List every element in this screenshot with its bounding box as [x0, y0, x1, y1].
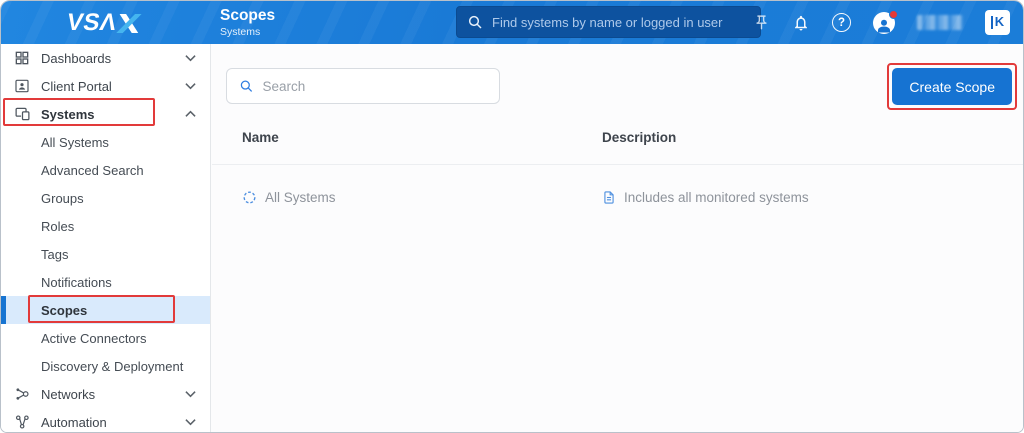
chevron-down-icon: [185, 83, 196, 90]
sidebar-item-label: Groups: [41, 190, 84, 206]
sidebar-item-label: All Systems: [41, 134, 109, 150]
annotation-box-create-scope: Create Scope: [887, 63, 1017, 110]
notifications-bell-icon[interactable]: [792, 14, 810, 32]
sidebar-item-groups[interactable]: Groups: [1, 184, 210, 212]
global-search-input[interactable]: [492, 14, 750, 30]
header-icon-group: ? K: [753, 1, 1010, 44]
page-heading: Scopes Systems: [220, 7, 275, 39]
main-content: Create Scope Name Description All System…: [212, 44, 1023, 432]
sidebar-item-label: Client Portal: [41, 78, 112, 94]
page-subtitle: Systems: [220, 26, 261, 39]
sidebar-item-label: Networks: [41, 386, 96, 402]
sidebar-item-label: Systems: [41, 106, 95, 122]
chevron-down-icon: [185, 391, 196, 398]
scope-description-text: Includes all monitored systems: [624, 190, 809, 205]
app-window: VSΛ Scopes Systems Find systems by name …: [0, 0, 1024, 433]
top-header-bar: VSΛ Scopes Systems Find systems by name …: [1, 1, 1023, 44]
sidebar-nav: Dashboards Client Portal Systems All Sys…: [1, 44, 211, 432]
chevron-up-icon: [185, 110, 196, 118]
sidebar-item-dashboards[interactable]: Dashboards: [1, 44, 210, 72]
sidebar-item-discovery-deployment[interactable]: Discovery & Deployment: [1, 352, 210, 380]
column-header-description: Description: [602, 130, 677, 145]
sidebar-item-label: Advanced Search: [41, 162, 144, 178]
document-icon: [604, 191, 614, 204]
sidebar-item-scopes[interactable]: Scopes: [1, 296, 210, 324]
vsax-logo: VSΛ: [64, 8, 142, 36]
help-question-glyph: ?: [832, 13, 851, 32]
sidebar-item-client-portal[interactable]: Client Portal: [1, 72, 210, 100]
logo-zone[interactable]: VSΛ: [1, 8, 206, 36]
kaseya-badge-letter: K: [990, 15, 1004, 29]
scope-description-cell: Includes all monitored systems: [602, 190, 1023, 205]
sidebar-item-notifications[interactable]: Notifications: [1, 268, 210, 296]
scope-target-icon: [243, 191, 256, 204]
sidebar-item-label: Dashboards: [41, 50, 112, 66]
sidebar-item-label: Automation: [41, 414, 107, 430]
scope-name-cell: All Systems: [242, 190, 602, 205]
kaseya-badge[interactable]: K: [985, 10, 1010, 35]
sidebar-item-all-systems[interactable]: All Systems: [1, 128, 210, 156]
sidebar-item-label: Tags: [41, 246, 69, 262]
table-header-row: Name Description: [212, 104, 1023, 165]
sidebar-item-label: Notifications: [41, 274, 112, 290]
sidebar-item-label: Scopes: [41, 302, 88, 318]
pin-icon[interactable]: [753, 14, 770, 31]
sidebar-item-advanced-search[interactable]: Advanced Search: [1, 156, 210, 184]
user-avatar[interactable]: [873, 9, 898, 34]
chevron-down-icon: [185, 55, 196, 62]
scopes-table: Name Description All Systems Includes al…: [212, 104, 1023, 230]
help-icon[interactable]: ?: [832, 13, 851, 32]
scope-search-input[interactable]: [262, 78, 487, 94]
dashboard-icon: [14, 50, 30, 66]
chevron-down-icon: [185, 419, 196, 426]
table-row[interactable]: All Systems Includes all monitored syste…: [212, 165, 1023, 230]
sidebar-item-networks[interactable]: Networks: [1, 380, 210, 408]
scope-search[interactable]: [226, 68, 500, 104]
client-portal-icon: [14, 78, 30, 94]
vsax-logo-text: VSΛ: [64, 8, 120, 36]
search-icon: [468, 15, 482, 29]
sidebar-item-active-connectors[interactable]: Active Connectors: [1, 324, 210, 352]
sidebar-item-systems[interactable]: Systems: [1, 100, 210, 128]
sidebar-item-roles[interactable]: Roles: [1, 212, 210, 240]
vsax-logo-x-icon: [116, 13, 142, 32]
sidebar-item-label: Active Connectors: [41, 330, 147, 346]
search-icon: [240, 80, 253, 92]
scope-name-text: All Systems: [265, 190, 336, 205]
automation-icon: [14, 414, 31, 431]
global-search[interactable]: [456, 6, 761, 38]
sidebar-item-automation[interactable]: Automation: [1, 408, 210, 432]
networks-icon: [14, 386, 31, 403]
column-header-name: Name: [242, 130, 279, 145]
sidebar-item-label: Roles: [41, 218, 75, 234]
notification-dot: [889, 9, 898, 19]
create-scope-button[interactable]: Create Scope: [892, 68, 1012, 105]
systems-devices-icon: [14, 106, 31, 123]
redacted-username: [917, 15, 963, 30]
page-title: Scopes: [220, 6, 276, 24]
sidebar-item-label: Discovery & Deployment: [41, 358, 184, 374]
sidebar-item-tags[interactable]: Tags: [1, 240, 210, 268]
